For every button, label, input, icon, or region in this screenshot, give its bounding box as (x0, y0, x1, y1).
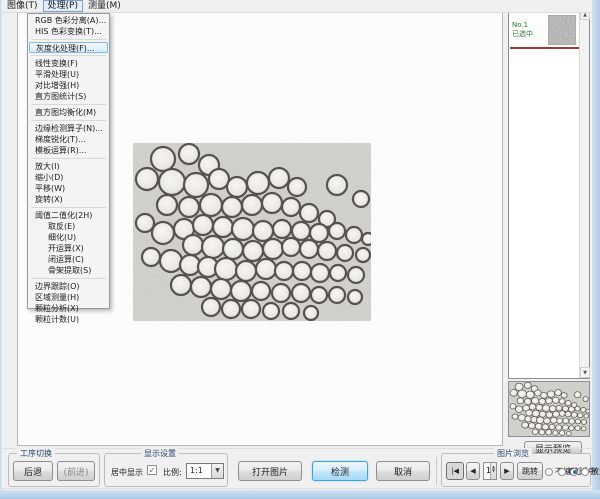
scale-combobox[interactable]: 1:1 ▼ (186, 463, 224, 479)
menu-item[interactable]: 对比增强(H) (28, 80, 109, 91)
group-steps-title: 工序切换 (17, 448, 55, 459)
back-button[interactable]: 后退 (13, 461, 53, 481)
menu-item[interactable]: 直方图均衡化(M) (28, 107, 109, 118)
micrograph-svg (133, 143, 371, 321)
preview-thumbnail[interactable] (508, 381, 590, 437)
image-list[interactable]: No.1 已选中 ▲ ▼ (508, 8, 590, 379)
menu-separator (31, 278, 106, 279)
image-number-spinner[interactable]: 1 ▲▼ (483, 462, 497, 480)
process-dropdown-menu: RGB 色彩分离(A)...HIS 色彩变换(T)... 灰度化处理(F)... 线… (27, 13, 110, 309)
group-browse-title: 图片浏览 (494, 448, 532, 459)
menu-separator (31, 207, 106, 208)
list-item-line2: 已选中 (512, 30, 548, 39)
radio-circle-icon[interactable] (581, 468, 589, 476)
menu-item[interactable]: 区域测量(H) (28, 292, 109, 303)
menu-item[interactable]: 细化(U) (28, 232, 109, 243)
menu-item[interactable]: 平移(W) (28, 183, 109, 194)
menu-item[interactable]: 缩小(D) (28, 172, 109, 183)
menu-item[interactable]: 边界跟踪(O) (28, 281, 109, 292)
menu-item[interactable]: 平滑处理(U) (28, 69, 109, 80)
menu-item[interactable]: 直方图统计(S) (28, 91, 109, 102)
menu-process[interactable]: 处理(P) (43, 0, 83, 12)
menu-image[interactable]: 图像(T) (2, 0, 43, 12)
spinner-arrows-icon[interactable]: ▲▼ (490, 463, 496, 479)
menubar: 图像(T) 处理(P) 测量(M) (2, 0, 592, 13)
next-image-button[interactable]: ▶ (500, 462, 514, 480)
window-border-left (0, 0, 2, 499)
menu-separator (31, 120, 106, 121)
cancel-button[interactable]: 取消 (376, 461, 430, 481)
preview-svg (509, 382, 589, 436)
scroll-down-icon[interactable]: ▼ (580, 367, 590, 378)
menu-item[interactable]: 骨架提取(S) (28, 265, 109, 276)
scale-label: 比例: (163, 467, 182, 478)
toolbar-divider-bottom (2, 488, 592, 489)
center-display-checkbox[interactable]: ✓ (147, 465, 157, 475)
prev-image-button[interactable]: ◀ (466, 462, 480, 480)
menu-item[interactable]: 颗粒计数(U) (28, 314, 109, 325)
toolbar-vertical-separator (436, 457, 437, 485)
radio-circle-icon[interactable] (558, 468, 566, 476)
scale-combobox-value: 1:1 (190, 466, 203, 475)
menu-measure[interactable]: 测量(M) (83, 0, 126, 12)
zoom-radio-4[interactable]: 放大 (581, 466, 600, 477)
list-item-text: No.1 已选中 (510, 21, 548, 39)
menu-item[interactable]: RGB 色彩分离(A)... (28, 15, 109, 26)
list-item-thumbnail (548, 15, 576, 45)
menu-item[interactable]: HIS 色彩变换(T)... (28, 26, 109, 37)
open-image-button[interactable]: 打开图片 (238, 461, 302, 481)
menu-item[interactable]: 线性变换(F) (28, 58, 109, 69)
menu-item[interactable]: 开运算(X) (28, 243, 109, 254)
list-scrollbar[interactable]: ▲ ▼ (579, 9, 589, 378)
menu-separator (31, 55, 106, 56)
menu-item[interactable]: 旋转(X) (28, 194, 109, 205)
menu-separator (31, 39, 106, 40)
detect-button[interactable]: 检测 (312, 461, 368, 481)
menu-item[interactable]: 灰度化处理(F)... (29, 42, 108, 53)
menu-item[interactable]: 边缘检测算子(N)... (28, 123, 109, 134)
menu-item[interactable]: 阈值二值化(2H) (28, 210, 109, 221)
menu-item[interactable]: 取反(E) (28, 221, 109, 232)
menu-separator (31, 158, 106, 159)
goto-button[interactable]: 跳转 (517, 462, 543, 480)
radio-circle-icon[interactable] (570, 468, 578, 476)
first-image-button[interactable]: |◀ (446, 462, 464, 480)
menu-item[interactable]: 颗粒分析(X) (28, 303, 109, 314)
menu-item[interactable]: 放大(I) (28, 161, 109, 172)
center-display-label: 居中显示 (111, 467, 143, 478)
group-view-title: 显示设置 (141, 448, 179, 459)
micrograph-image (133, 143, 371, 321)
forward-button[interactable]: (前进) (57, 461, 95, 481)
combo-arrow-icon[interactable]: ▼ (211, 464, 223, 478)
menu-item[interactable]: 闭运算(C) (28, 254, 109, 265)
menu-item[interactable]: 模板运算(R)... (28, 145, 109, 156)
radio-circle-icon[interactable] (545, 468, 553, 476)
menu-item[interactable]: 梯度锐化(T)... (28, 134, 109, 145)
list-item-selected[interactable]: No.1 已选中 (510, 11, 579, 49)
menu-separator (31, 104, 106, 105)
radio-label: 放大 (591, 466, 600, 477)
window-border-right (592, 0, 600, 499)
window-border-bottom (0, 490, 600, 499)
list-item-line1: No.1 (512, 21, 548, 30)
